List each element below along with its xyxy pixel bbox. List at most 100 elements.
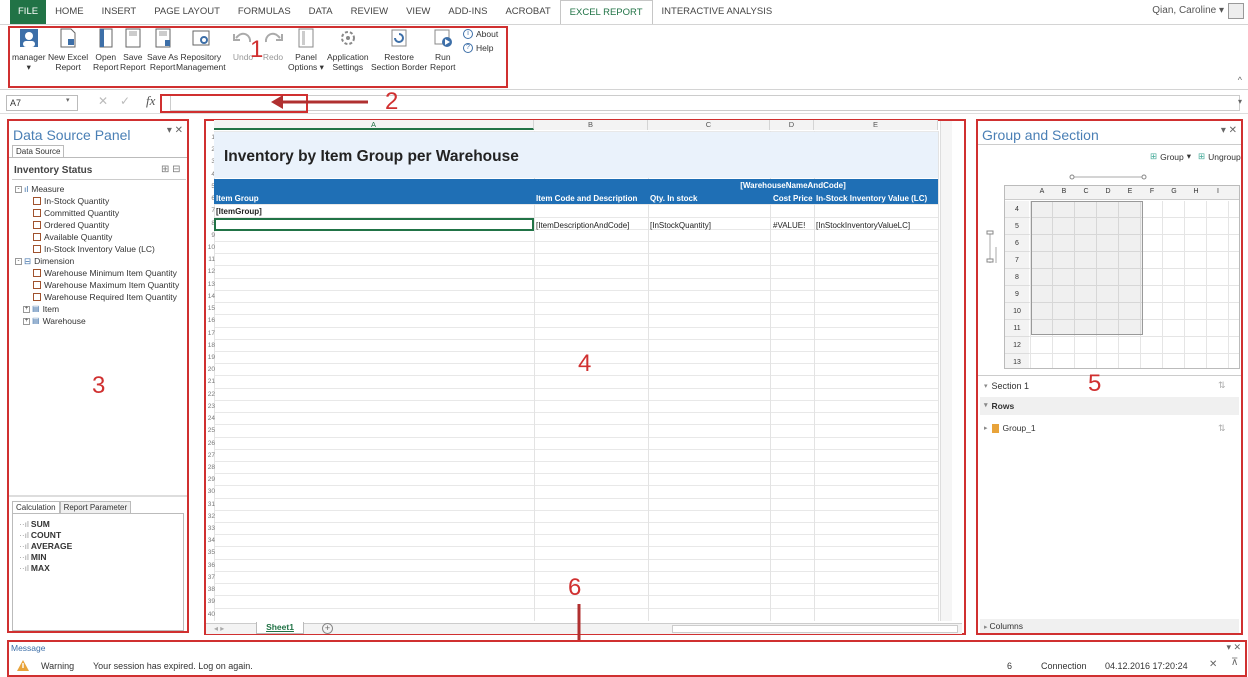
row-header[interactable]: 25 (206, 427, 215, 434)
row-header[interactable]: 17 (206, 330, 215, 337)
warehouse-header[interactable]: [WarehouseNameAndCode] (648, 181, 938, 190)
report-title[interactable]: Inventory by Item Group per Warehouse (224, 148, 519, 166)
calc-item[interactable]: ··ıl SUM (19, 518, 183, 529)
tab-home[interactable]: HOME (46, 0, 93, 24)
header-cost-price[interactable]: Cost Price (773, 194, 813, 203)
tab-data-source[interactable]: Data Source (12, 145, 65, 157)
mini-col-header[interactable]: G (1163, 188, 1185, 195)
calc-item[interactable]: ··ıl COUNT (19, 529, 183, 540)
section-sort-icon[interactable]: ⇅ (1218, 380, 1226, 391)
row-header[interactable]: 22 (206, 391, 215, 398)
dsp-splitter[interactable] (9, 495, 187, 497)
row-header[interactable]: 11 (206, 256, 215, 263)
tab-formulas[interactable]: FORMULAS (229, 0, 300, 24)
dsp-close-icon[interactable]: ▾ ✕ (167, 125, 183, 136)
mini-col-header[interactable]: B (1053, 188, 1075, 195)
row-header[interactable]: 20 (206, 366, 215, 373)
tab-file[interactable]: FILE (10, 0, 47, 24)
cell-c7[interactable]: [InStockQuantity] (650, 221, 711, 230)
row-header[interactable]: 19 (206, 354, 215, 361)
row-header[interactable]: 21 (206, 378, 215, 385)
mini-row-header[interactable]: 9 (1005, 286, 1029, 303)
group-1-item[interactable]: ▸ Group_1 (984, 423, 1036, 433)
row-header[interactable]: 27 (206, 452, 215, 459)
tree-item-measure[interactable]: Committed Quantity (15, 207, 179, 219)
rows-header[interactable] (980, 397, 1239, 415)
add-sheet-icon[interactable]: + (322, 623, 333, 634)
sheet-nav-icon[interactable]: ◂ ▸ (214, 624, 224, 633)
row-header[interactable]: 29 (206, 476, 215, 483)
cell-d7[interactable]: #VALUE! (773, 221, 805, 230)
row-header[interactable]: 7 (206, 207, 215, 214)
tab-excel-report[interactable]: EXCEL REPORT (559, 0, 653, 25)
mini-col-header[interactable]: D (1097, 188, 1119, 195)
mini-col-header[interactable]: C (1075, 188, 1097, 195)
mini-col-header[interactable]: E (1119, 188, 1141, 195)
mini-col-header[interactable]: F (1141, 188, 1163, 195)
avatar[interactable] (1228, 3, 1244, 19)
tree-dimension[interactable]: - ⊟ Dimension (15, 255, 179, 267)
tree-item-measure[interactable]: In-Stock Inventory Value (LC) (15, 243, 179, 255)
col-header-d[interactable]: D (770, 120, 814, 130)
row-header[interactable]: 26 (206, 440, 215, 447)
row-header[interactable]: 18 (206, 342, 215, 349)
mini-row-header[interactable]: 8 (1005, 269, 1029, 286)
item-group-cell[interactable]: [ItemGroup] (216, 207, 262, 216)
mini-col-header[interactable]: H (1185, 188, 1207, 195)
row-header[interactable]: 24 (206, 415, 215, 422)
row-header[interactable]: 33 (206, 525, 215, 532)
ungroup-button[interactable]: ⊞ Ungroup (1198, 151, 1241, 162)
calc-item[interactable]: ··ıl AVERAGE (19, 540, 183, 551)
tab-acrobat[interactable]: ACROBAT (496, 0, 559, 24)
mini-col-header[interactable]: A (1031, 188, 1053, 195)
row-header[interactable]: 30 (206, 488, 215, 495)
row-header[interactable]: 14 (206, 293, 215, 300)
expand-formula-icon[interactable]: ▾ (1238, 97, 1242, 106)
row-header[interactable]: 37 (206, 574, 215, 581)
col-header-b[interactable]: B (534, 120, 648, 130)
tree-item-dimension[interactable]: Warehouse Maximum Item Quantity (15, 279, 179, 291)
collapse-ribbon-icon[interactable]: ^ (1238, 75, 1242, 85)
tree-item-measure[interactable]: Ordered Quantity (15, 219, 179, 231)
mini-col-header[interactable]: I (1207, 188, 1229, 195)
row-header[interactable]: 38 (206, 586, 215, 593)
header-qty[interactable]: Qty. In stock (650, 194, 697, 203)
group-sort-icon[interactable]: ⇅ (1218, 423, 1226, 434)
mini-row-header[interactable]: 5 (1005, 218, 1029, 235)
row-header[interactable]: 28 (206, 464, 215, 471)
fx-icon[interactable]: fx (146, 93, 155, 109)
row-header[interactable]: 10 (206, 244, 215, 251)
tree-measure[interactable]: - ıl Measure (15, 183, 179, 195)
row-header[interactable]: 39 (206, 598, 215, 605)
horizontal-scrollbar[interactable] (672, 625, 958, 633)
mini-row-header[interactable]: 12 (1005, 337, 1029, 354)
section-row[interactable]: ▾ Section 1 (984, 381, 1029, 391)
tab-page-layout[interactable]: PAGE LAYOUT (145, 0, 229, 24)
tree-item-dimension[interactable]: Warehouse Minimum Item Quantity (15, 267, 179, 279)
message-close-icon[interactable]: ▾ ✕ (1226, 642, 1241, 653)
group-button[interactable]: ⊞ Group ▾ (1150, 151, 1191, 162)
message-pin-icon[interactable]: ⊼ (1231, 657, 1238, 668)
calc-item[interactable]: ··ıl MIN (19, 551, 183, 562)
header-item-group[interactable]: Item Group (216, 194, 259, 203)
name-box-dropdown-icon[interactable]: ▾ (66, 96, 70, 104)
row-header[interactable]: 15 (206, 305, 215, 312)
mini-row-header[interactable]: 6 (1005, 235, 1029, 252)
mini-row-header[interactable]: 13 (1005, 354, 1029, 368)
selected-cell-a7[interactable] (214, 218, 534, 231)
message-dismiss-icon[interactable]: ✕ (1209, 659, 1217, 670)
sheet-tab-sheet1[interactable]: Sheet1 (256, 622, 304, 634)
mini-row-header[interactable]: 4 (1005, 201, 1029, 218)
tab-view[interactable]: VIEW (397, 0, 439, 24)
tab-review[interactable]: REVIEW (342, 0, 397, 24)
header-item-code[interactable]: Item Code and Description (536, 194, 637, 203)
cell-e7[interactable]: [InStockInventoryValueLC] (816, 221, 910, 230)
row-header[interactable]: 32 (206, 513, 215, 520)
tab-interactive-analysis[interactable]: INTERACTIVE ANALYSIS (653, 0, 782, 24)
row-header[interactable]: 16 (206, 317, 215, 324)
user-name[interactable]: Qian, Caroline ▾ (1152, 5, 1224, 16)
tree-item-measure[interactable]: In-Stock Quantity (15, 195, 179, 207)
dsp-toolbar-icon[interactable]: ⊞ ⊟ (161, 164, 181, 175)
tab-add-ins[interactable]: ADD-INS (439, 0, 496, 24)
mini-grid[interactable]: A B C D E F G H I 4 5 6 7 8 9 10 11 12 13 (1004, 185, 1240, 369)
